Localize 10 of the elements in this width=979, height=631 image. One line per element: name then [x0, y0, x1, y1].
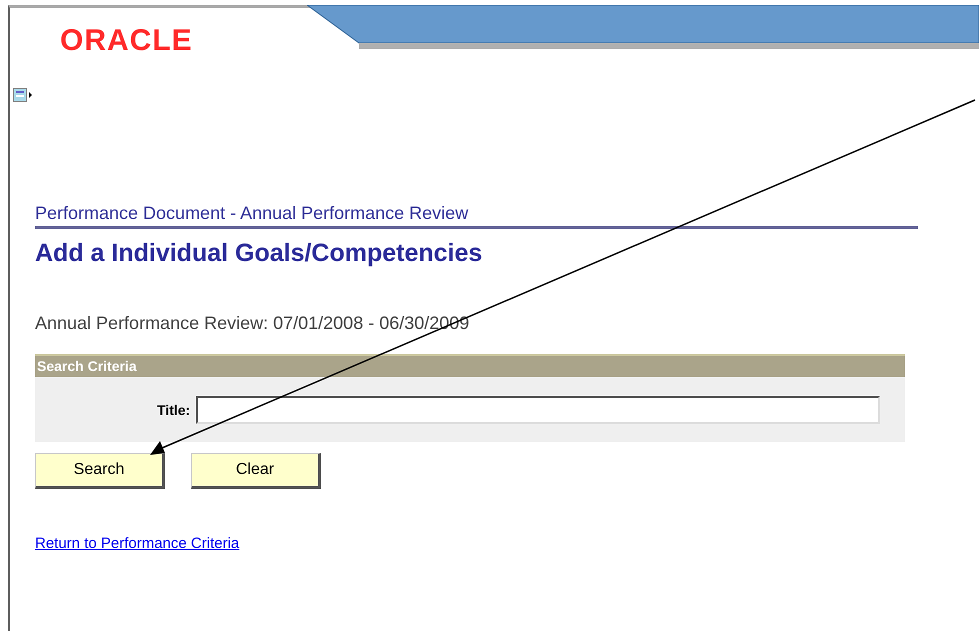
search-button[interactable]: Search [35, 453, 165, 489]
title-field[interactable] [196, 396, 880, 424]
page-heading: Add a Individual Goals/Competencies [35, 238, 484, 268]
clear-button[interactable]: Clear [191, 453, 321, 489]
section-header: Search Criteria [35, 354, 905, 377]
page-title: Performance Document - Annual Performance Review [35, 202, 918, 229]
return-link[interactable]: Return to Performance Criteria [35, 535, 240, 552]
field-label: Title: [157, 402, 190, 418]
oracle-logo: ORACLE [60, 26, 194, 56]
menu-icon[interactable] [11, 88, 35, 102]
